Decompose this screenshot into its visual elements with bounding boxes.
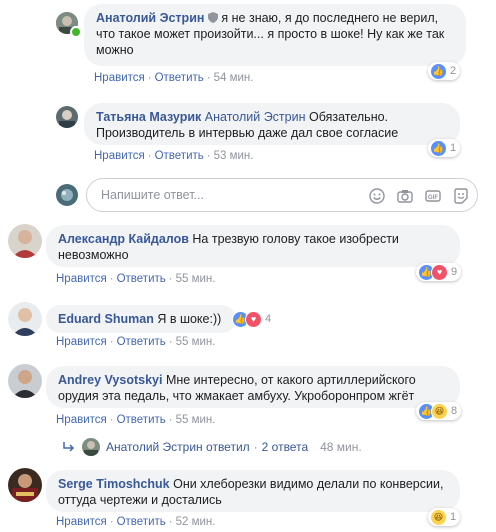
reaction-summary[interactable]: 👍 2	[428, 62, 461, 80]
like-link[interactable]: Нравится	[56, 516, 107, 528]
like-link[interactable]: Нравится	[56, 336, 107, 348]
emoji-icon[interactable]	[369, 188, 385, 204]
haha-reaction-icon: 😆	[430, 508, 447, 526]
camera-icon[interactable]	[397, 188, 413, 204]
reaction-count: 4	[265, 313, 272, 325]
replies-author: Анатолий Эстрин	[106, 440, 203, 454]
like-link[interactable]: Нравится	[94, 150, 145, 162]
haha-reaction-icon: 😆	[431, 402, 448, 420]
gif-icon[interactable]: GIF	[425, 188, 441, 204]
love-reaction-icon: ♥	[245, 310, 262, 328]
like-reaction-icon: 👍	[430, 139, 447, 157]
comment-time[interactable]: 55 мин.	[176, 336, 216, 348]
comment-actions: Нравится · Ответить · 53 мин.	[94, 150, 254, 162]
comment-bubble: Serge Timoshchuk Они хлеборезки видимо д…	[46, 470, 460, 512]
replies-time: 48 мин.	[320, 440, 362, 454]
reaction-count: 8	[451, 405, 458, 417]
reaction-summary[interactable]: 😆 1	[428, 508, 461, 526]
replies-count: 2 ответа	[261, 440, 309, 454]
avatar[interactable]	[8, 364, 42, 398]
svg-text:GIF: GIF	[428, 195, 438, 201]
current-user-avatar	[56, 184, 78, 206]
avatar-photo-icon	[8, 364, 42, 398]
reply-link[interactable]: Ответить	[155, 150, 204, 162]
reply-input[interactable]	[99, 187, 353, 203]
comment-actions: Нравится · Ответить · 55 мин.	[56, 273, 216, 285]
comment-actions: Нравится · Ответить · 52 мин.	[56, 516, 216, 528]
avatar	[82, 438, 100, 456]
comment-time[interactable]: 55 мин.	[176, 414, 216, 426]
comment-time[interactable]: 55 мин.	[176, 273, 216, 285]
like-link[interactable]: Нравится	[94, 72, 145, 84]
comment-time[interactable]: 53 мин.	[214, 150, 254, 162]
reply-composer: GIF	[86, 178, 478, 212]
comment-bubble: Александр Кайдалов На трезвую голову так…	[46, 225, 460, 267]
reaction-count: 1	[450, 142, 457, 154]
reply-link[interactable]: Ответить	[117, 516, 166, 528]
reaction-summary[interactable]: 👍 ♥ 9	[416, 263, 462, 281]
comment-author[interactable]: Andrey Vysotskyi	[58, 373, 162, 387]
comment-bubble: Татьяна Мазурик Анатолий Эстрин Обязател…	[84, 103, 460, 145]
sticker-icon[interactable]	[453, 188, 469, 204]
comment-author[interactable]: Александр Кайдалов	[58, 232, 189, 246]
avatar-photo-icon	[56, 106, 78, 128]
reaction-summary[interactable]: 👍 1	[428, 139, 461, 157]
avatar-photo-icon	[8, 468, 42, 502]
comment-actions: Нравится · Ответить · 55 мин.	[56, 414, 216, 426]
reply-link[interactable]: Ответить	[117, 336, 166, 348]
reaction-count: 1	[450, 511, 457, 523]
reply-link[interactable]: Ответить	[117, 414, 166, 426]
avatar[interactable]	[8, 224, 42, 258]
like-link[interactable]: Нравится	[56, 273, 107, 285]
comment-actions: Нравится · Ответить · 55 мин.	[56, 336, 216, 348]
view-replies-link[interactable]: Анатолий Эстрин ответил · 2 ответа 48 мин.	[62, 436, 362, 458]
avatar[interactable]	[56, 106, 78, 128]
comment-time[interactable]: 52 мин.	[176, 516, 216, 528]
reaction-summary[interactable]: 👍 😆 8	[416, 402, 462, 420]
comment-bubble: Andrey Vysotskyi Мне интересно, от каког…	[46, 366, 460, 408]
avatar-photo-icon	[8, 302, 42, 336]
comment-actions: Нравится · Ответить · 54 мин.	[94, 72, 254, 84]
comment-bubble: Анатолий Эстрин я не знаю, я до последне…	[84, 4, 466, 66]
reply-link[interactable]: Ответить	[155, 72, 204, 84]
reaction-count: 9	[451, 266, 458, 278]
comment-bubble: Eduard Shuman Я в шоке:))	[46, 305, 236, 333]
comment-text: Я в шоке:))	[157, 312, 222, 326]
like-link[interactable]: Нравится	[56, 414, 107, 426]
love-reaction-icon: ♥	[431, 263, 448, 281]
comment-author[interactable]: Eduard Shuman	[58, 312, 154, 326]
like-reaction-icon: 👍	[430, 62, 447, 80]
shield-icon	[207, 11, 218, 23]
reaction-summary[interactable]: 👍 ♥ 4	[230, 310, 275, 328]
reply-arrow-icon	[62, 441, 76, 453]
comment-author[interactable]: Татьяна Мазурик	[96, 110, 201, 124]
avatar-photo-icon	[82, 438, 100, 456]
avatar[interactable]	[8, 302, 42, 336]
mention-link[interactable]: Анатолий Эстрин	[205, 110, 306, 124]
avatar-photo-icon	[56, 184, 78, 206]
avatar-photo-icon	[8, 224, 42, 258]
reply-link[interactable]: Ответить	[117, 273, 166, 285]
replies-verb: ответил	[206, 440, 250, 454]
comment-author[interactable]: Анатолий Эстрин	[96, 11, 204, 25]
online-indicator	[70, 26, 82, 38]
comment-author[interactable]: Serge Timoshchuk	[58, 477, 170, 491]
avatar[interactable]	[8, 468, 42, 502]
reaction-count: 2	[450, 65, 457, 77]
comment-time[interactable]: 54 мин.	[214, 72, 254, 84]
